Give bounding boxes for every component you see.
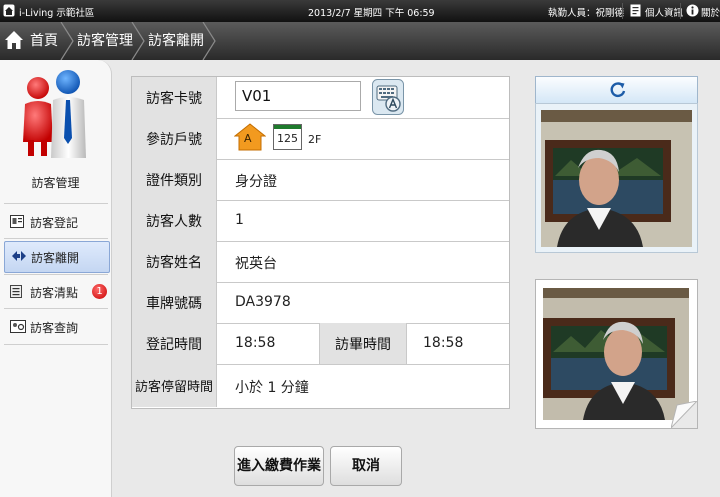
- home-crumb[interactable]: 首頁: [30, 22, 58, 60]
- building-code: A: [244, 132, 252, 145]
- info-icon: [686, 4, 699, 17]
- row-id-type: 證件類別 身分證: [132, 159, 509, 201]
- id-type-value: 身分證: [235, 174, 277, 190]
- sidebar-title: 訪客管理: [31, 176, 80, 190]
- visitor-count-value: 1: [235, 212, 244, 228]
- community-name: i-Living 示範社區: [19, 8, 95, 19]
- page-curl-icon: [671, 401, 697, 428]
- checkin-time-label: 登記時間: [132, 323, 217, 364]
- list-icon: [10, 285, 22, 298]
- personal-info-icon: [630, 4, 641, 17]
- refresh-button[interactable]: [535, 76, 698, 105]
- divider: [4, 203, 108, 204]
- visitor-photo-live: [541, 110, 692, 247]
- checkout-time-value: 18:58: [423, 335, 464, 351]
- divider: [4, 274, 108, 275]
- row-card-number: 訪客卡號: [132, 77, 509, 119]
- id-type-label: 證件類別: [132, 159, 217, 200]
- top-status-bar: i-Living 示範社區 2013/2/7 星期四 下午 06:59 執勤人員…: [0, 0, 720, 22]
- plate-number-value: DA3978: [235, 294, 291, 310]
- duty-staff: 執勤人員：祝剛德: [548, 8, 625, 19]
- visitor-management-crumb[interactable]: 訪客管理: [77, 22, 133, 60]
- registered-photo: [535, 279, 698, 429]
- checkin-time-value: 18:58: [235, 335, 276, 351]
- payment-button[interactable]: 進入繳費作業: [234, 446, 324, 486]
- visitor-name-value: 祝英台: [235, 256, 277, 272]
- visitor-leave-crumb: 訪客離開: [148, 33, 204, 49]
- row-times: 登記時間 18:58 訪畢時間 18:58: [132, 323, 509, 365]
- row-visitor-count: 訪客人數 1: [132, 200, 509, 242]
- chevron-right-icon: [60, 22, 74, 60]
- unit-number-stripe: [274, 125, 301, 129]
- visitor-info-table: 訪客卡號 參訪戶號 A 125 2F 證件類別 身分證: [131, 76, 510, 409]
- leave-arrow-icon: [12, 251, 26, 261]
- row-visitor-name: 訪客姓名 祝英台: [132, 241, 509, 283]
- register-icon: [10, 215, 24, 228]
- plate-number-label: 車牌號碼: [132, 282, 217, 323]
- divider: [4, 344, 108, 345]
- row-unit: 參訪戶號 A 125 2F: [132, 118, 509, 160]
- sidebar-item-label: 訪客登記: [30, 216, 79, 230]
- row-plate-number: 車牌號碼 DA3978: [132, 282, 509, 324]
- datetime: 2013/2/7 星期四 下午 06:59: [308, 8, 435, 19]
- card-number-label: 訪客卡號: [132, 77, 217, 118]
- unit-number-box: 125: [273, 124, 302, 150]
- divider: [680, 3, 681, 19]
- breadcrumb: 首頁 訪客管理 訪客離開: [0, 22, 720, 60]
- sidebar-item-label: 訪客離開: [31, 251, 80, 265]
- unit-floor: 2F: [308, 133, 322, 146]
- sidebar: 訪客管理 訪客登記 訪客離開 訪客清點 1 訪客查詢: [0, 60, 112, 497]
- notification-badge: 1: [92, 284, 107, 299]
- divider: [622, 3, 623, 19]
- chevron-right-icon: [202, 22, 216, 60]
- card-number-input[interactable]: [235, 81, 361, 111]
- unit-label: 參訪戶號: [132, 118, 217, 159]
- refresh-icon: [610, 82, 626, 98]
- personal-info-link[interactable]: 個人資訊: [645, 5, 683, 19]
- stay-duration-label: 訪客停留時間: [132, 364, 217, 407]
- about-link[interactable]: 關於: [701, 5, 720, 19]
- row-stay-duration: 訪客停留時間 小於 1 分鐘: [132, 364, 509, 407]
- sidebar-item-register[interactable]: 訪客登記: [4, 206, 108, 238]
- sidebar-item-query[interactable]: 訪客查詢: [4, 311, 108, 343]
- stay-duration-value: 小於 1 分鐘: [235, 380, 309, 396]
- keyboard-icon[interactable]: [372, 79, 404, 115]
- visitor-count-label: 訪客人數: [132, 200, 217, 241]
- divider: [4, 308, 108, 309]
- visitor-name-label: 訪客姓名: [132, 241, 217, 282]
- sidebar-item-label: 訪客清點: [30, 286, 79, 300]
- sidebar-item-label: 訪客查詢: [30, 321, 79, 335]
- checkout-time-label: 訪畢時間: [319, 323, 407, 364]
- visitor-photo-registered: [543, 288, 689, 420]
- sidebar-item-leave[interactable]: 訪客離開: [4, 241, 110, 273]
- community-logo-icon: [3, 4, 15, 17]
- chevron-right-icon: [131, 22, 145, 60]
- unit-number: 125: [277, 132, 298, 145]
- divider: [4, 238, 108, 239]
- visitor-people-icon: [23, 70, 86, 158]
- home-icon[interactable]: [4, 30, 24, 50]
- cancel-button[interactable]: 取消: [330, 446, 402, 486]
- sidebar-item-checklist[interactable]: 訪客清點 1: [4, 276, 108, 308]
- search-person-icon: [10, 320, 26, 333]
- live-camera-photo: [535, 103, 698, 253]
